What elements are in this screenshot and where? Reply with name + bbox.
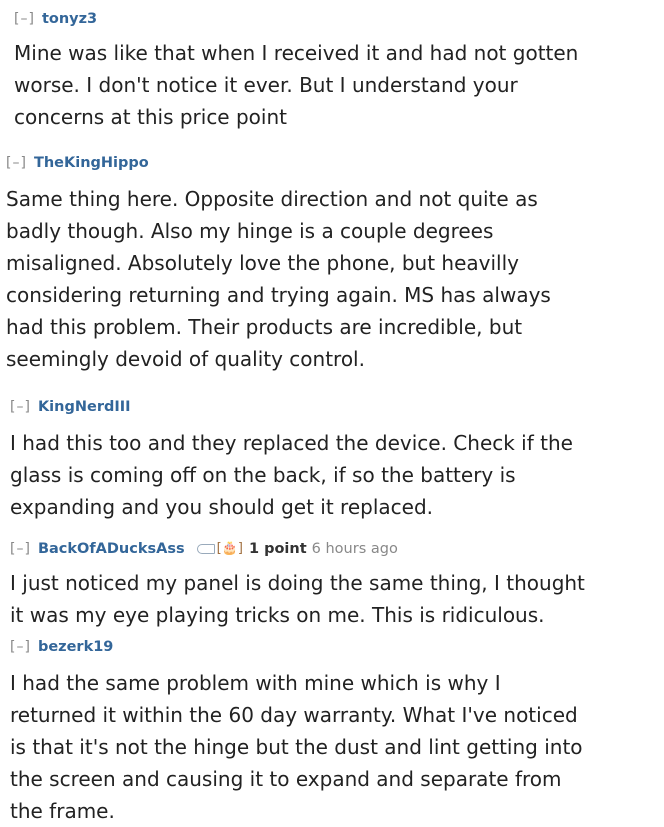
comment-body-line: glass is coming off on the back, if so t…	[10, 463, 516, 487]
comment-body-line: the frame.	[10, 799, 115, 823]
collapse-toggle[interactable]: [–]	[10, 638, 31, 656]
cake-icon: [🎂]	[216, 541, 243, 556]
comment-tagline: [–] TheKingHippo	[6, 154, 664, 172]
comment-body-line: worse. I don't notice it ever. But I und…	[14, 73, 518, 97]
comment-author[interactable]: KingNerdIII	[38, 398, 131, 416]
comment-body-line: I had this too and they replaced the dev…	[10, 431, 573, 455]
comment-body-line: I had the same problem with mine which i…	[10, 671, 501, 695]
collapse-toggle[interactable]: [–]	[6, 154, 27, 172]
comment-body-line: misaligned. Absolutely love the phone, b…	[6, 251, 519, 275]
comment-body-line: had this problem. Their products are inc…	[6, 315, 523, 339]
comment-body-line: seemingly devoid of quality control.	[6, 347, 365, 371]
comment-body-line: considering returning and trying again. …	[6, 283, 551, 307]
comment-score: 1 point	[248, 541, 307, 557]
comment-body: I had the same problem with mine which i…	[10, 667, 664, 827]
comment-body-line: Mine was like that when I received it an…	[14, 41, 579, 65]
comment-body-line: expanding and you should get it replaced…	[10, 495, 434, 519]
collapse-toggle[interactable]: [–]	[14, 10, 35, 28]
comment-body-line: it was my eye playing tricks on me. This…	[10, 603, 545, 627]
comment-tonyz3: [–] tonyz3 Mine was like that when I rec…	[14, 10, 664, 133]
comment-backofaducksass: [–] BackOfADucksAss [🎂] 1 point 6 hours …	[10, 540, 664, 631]
comment-body: Mine was like that when I received it an…	[14, 37, 664, 133]
user-flair: [🎂]	[196, 540, 243, 558]
tag-icon	[196, 544, 215, 554]
comment-tagline: [–] tonyz3	[14, 10, 664, 28]
comment-body: Same thing here. Opposite direction and …	[6, 183, 664, 375]
comment-tagline: [–] BackOfADucksAss [🎂] 1 point 6 hours …	[10, 540, 664, 558]
comment-body-line: concerns at this price point	[14, 105, 287, 129]
comment-tagline: [–] bezerk19	[10, 638, 664, 656]
comment-body: I had this too and they replaced the dev…	[10, 427, 664, 523]
comment-author[interactable]: bezerk19	[38, 638, 113, 656]
comment-body-line: I just noticed my panel is doing the sam…	[10, 571, 585, 595]
comment-body-line: badly though. Also my hinge is a couple …	[6, 219, 494, 243]
collapse-toggle[interactable]: [–]	[10, 540, 31, 558]
comment-tagline: [–] KingNerdIII	[10, 398, 664, 416]
comment-body: I just noticed my panel is doing the sam…	[10, 567, 664, 631]
comment-body-line: returned it within the 60 day warranty. …	[10, 703, 578, 727]
comment-body-line: Same thing here. Opposite direction and …	[6, 187, 538, 211]
comment-thekinghippo: [–] TheKingHippo Same thing here. Opposi…	[6, 154, 664, 375]
comment-bezerk19: [–] bezerk19 I had the same problem with…	[10, 638, 664, 827]
comment-body-line: the screen and causing it to expand and …	[10, 767, 562, 791]
comment-kingnerdiii: [–] KingNerdIII I had this too and they …	[10, 398, 664, 523]
comment-author[interactable]: BackOfADucksAss	[38, 540, 185, 558]
comment-body-line: is that it's not the hinge but the dust …	[10, 735, 583, 759]
collapse-toggle[interactable]: [–]	[10, 398, 31, 416]
comment-timestamp: 6 hours ago	[311, 541, 398, 557]
comment-author[interactable]: tonyz3	[42, 10, 97, 28]
comment-author[interactable]: TheKingHippo	[34, 154, 149, 172]
